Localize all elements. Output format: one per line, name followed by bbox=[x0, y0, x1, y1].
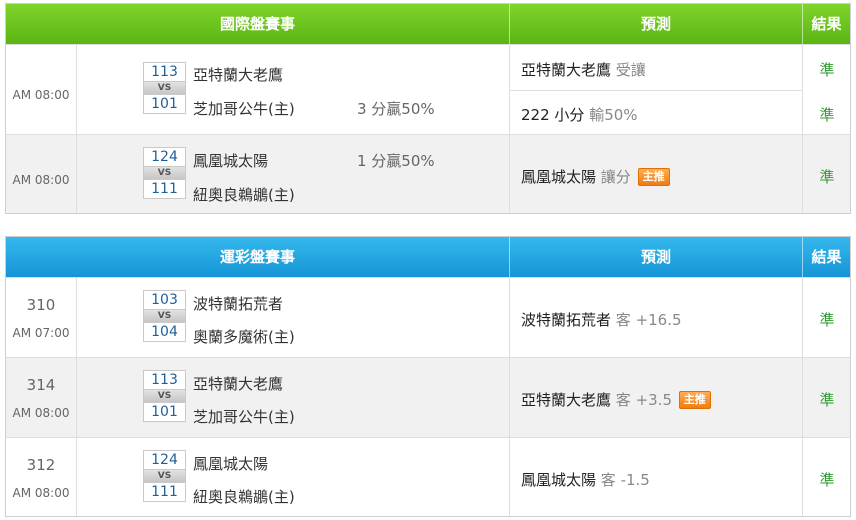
prediction-type: 受讓 bbox=[615, 61, 646, 79]
prediction-type: 輸50% bbox=[589, 106, 638, 124]
game-row: AM 08:00 124 VS 111 鳳凰城太陽 紐奧良鵜鶘(主) 1 分贏5… bbox=[6, 134, 850, 213]
prediction-spread: 亞特蘭大老鷹 受讓 bbox=[521, 59, 646, 80]
prediction-team: 鳳凰城太陽 bbox=[521, 168, 597, 186]
prediction-column-header: 預測 bbox=[510, 237, 803, 277]
prediction: 波特蘭拓荒者 客 +16.5 bbox=[521, 309, 682, 330]
game-time: AM 08:00 bbox=[12, 486, 70, 500]
prediction-divider bbox=[510, 90, 803, 91]
result-column-header: 結果 bbox=[811, 248, 842, 266]
home-team-name[interactable]: 芝加哥公牛(主) bbox=[193, 98, 295, 119]
home-team-name[interactable]: 紐奧良鵜鶘(主) bbox=[193, 184, 295, 205]
prediction-team: 222 小分 bbox=[521, 106, 585, 124]
game-number: 312 bbox=[26, 456, 56, 474]
top-pick-badge: 主推 bbox=[637, 168, 670, 186]
result-mark: 準 bbox=[819, 61, 835, 79]
away-team-id: 124 bbox=[143, 450, 186, 470]
home-team-id: 101 bbox=[143, 94, 186, 114]
column-divider bbox=[76, 45, 77, 134]
game-row: 314 AM 08:00 113 VS 101 亞特蘭大老鷹 芝加哥公牛(主) … bbox=[6, 357, 850, 437]
result-mark: 準 bbox=[819, 391, 835, 409]
game-time: AM 08:00 bbox=[12, 173, 70, 187]
away-team-id: 113 bbox=[143, 370, 186, 390]
game-time: AM 08:00 bbox=[12, 88, 70, 102]
game-time: AM 08:00 bbox=[12, 406, 70, 420]
game-number: 314 bbox=[26, 376, 56, 394]
vs-label: VS bbox=[143, 167, 186, 179]
away-team-name[interactable]: 亞特蘭大老鷹 bbox=[193, 373, 283, 394]
prediction: 亞特蘭大老鷹 客 +3.5 主推 bbox=[521, 389, 711, 410]
game-row: 312 AM 08:00 124 VS 111 鳳凰城太陽 紐奧良鵜鶘(主) 鳳… bbox=[6, 437, 850, 516]
home-team-name[interactable]: 紐奧良鵜鶘(主) bbox=[193, 486, 295, 507]
lottery-games-title: 運彩盤賽事 bbox=[6, 237, 510, 277]
prediction-type: 客 -1.5 bbox=[600, 471, 650, 489]
game-number: 310 bbox=[26, 296, 56, 314]
game-row: AM 08:00 113 VS 101 亞特蘭大老鷹 芝加哥公牛(主) 3 分贏… bbox=[6, 44, 850, 134]
away-team-name[interactable]: 鳳凰城太陽 bbox=[193, 453, 268, 474]
prediction-type: 客 +3.5 bbox=[615, 391, 672, 409]
international-games-title: 國際盤賽事 bbox=[6, 4, 510, 44]
vs-label: VS bbox=[143, 82, 186, 94]
lottery-games-table: 運彩盤賽事 預測 結果 310 AM 07:00 103 VS 104 波特蘭拓… bbox=[5, 236, 851, 517]
result-mark: 準 bbox=[819, 106, 835, 124]
handicap-odds: 3 分贏50% bbox=[357, 100, 435, 118]
column-divider bbox=[76, 438, 77, 516]
column-divider bbox=[76, 358, 77, 437]
prediction: 鳳凰城太陽 讓分 主推 bbox=[521, 166, 670, 187]
away-team-id: 103 bbox=[143, 290, 186, 310]
prediction-team: 鳳凰城太陽 bbox=[521, 471, 597, 489]
column-divider bbox=[509, 135, 510, 213]
result-mark: 準 bbox=[819, 168, 835, 186]
column-divider bbox=[509, 438, 510, 516]
top-pick-badge: 主推 bbox=[678, 391, 711, 409]
result-mark: 準 bbox=[819, 311, 835, 329]
away-team-name[interactable]: 鳳凰城太陽 bbox=[193, 150, 268, 171]
result-column-header: 結果 bbox=[811, 15, 842, 33]
away-team-id: 113 bbox=[143, 62, 186, 82]
handicap-odds: 1 分贏50% bbox=[357, 152, 435, 170]
home-team-id: 101 bbox=[143, 402, 186, 422]
home-team-name[interactable]: 奧蘭多魔術(主) bbox=[193, 326, 295, 347]
away-team-id: 124 bbox=[143, 147, 186, 167]
vs-label: VS bbox=[143, 470, 186, 482]
international-games-table: 國際盤賽事 預測 結果 AM 08:00 113 VS 101 亞特蘭大老鷹 芝… bbox=[5, 3, 851, 214]
column-divider bbox=[76, 278, 77, 357]
column-divider bbox=[76, 135, 77, 213]
prediction-team: 亞特蘭大老鷹 bbox=[521, 61, 612, 79]
prediction-type: 讓分 bbox=[600, 168, 631, 186]
lottery-table-header: 運彩盤賽事 預測 結果 bbox=[6, 237, 850, 277]
away-team-name[interactable]: 波特蘭拓荒者 bbox=[193, 293, 283, 314]
game-row: 310 AM 07:00 103 VS 104 波特蘭拓荒者 奧蘭多魔術(主) … bbox=[6, 277, 850, 357]
home-team-id: 104 bbox=[143, 322, 186, 342]
prediction-column-header: 預測 bbox=[510, 4, 803, 44]
vs-label: VS bbox=[143, 310, 186, 322]
home-team-name[interactable]: 芝加哥公牛(主) bbox=[193, 406, 295, 427]
column-divider bbox=[509, 358, 510, 437]
prediction-team: 波特蘭拓荒者 bbox=[521, 311, 612, 329]
game-time: AM 07:00 bbox=[12, 326, 70, 340]
prediction-team: 亞特蘭大老鷹 bbox=[521, 391, 612, 409]
prediction-type: 客 +16.5 bbox=[615, 311, 682, 329]
prediction: 鳳凰城太陽 客 -1.5 bbox=[521, 469, 650, 490]
home-team-id: 111 bbox=[143, 179, 186, 199]
column-divider bbox=[509, 278, 510, 357]
home-team-id: 111 bbox=[143, 482, 186, 502]
prediction-total: 222 小分 輸50% bbox=[521, 104, 638, 125]
international-table-header: 國際盤賽事 預測 結果 bbox=[6, 4, 850, 44]
vs-label: VS bbox=[143, 390, 186, 402]
away-team-name[interactable]: 亞特蘭大老鷹 bbox=[193, 64, 283, 85]
result-mark: 準 bbox=[819, 471, 835, 489]
